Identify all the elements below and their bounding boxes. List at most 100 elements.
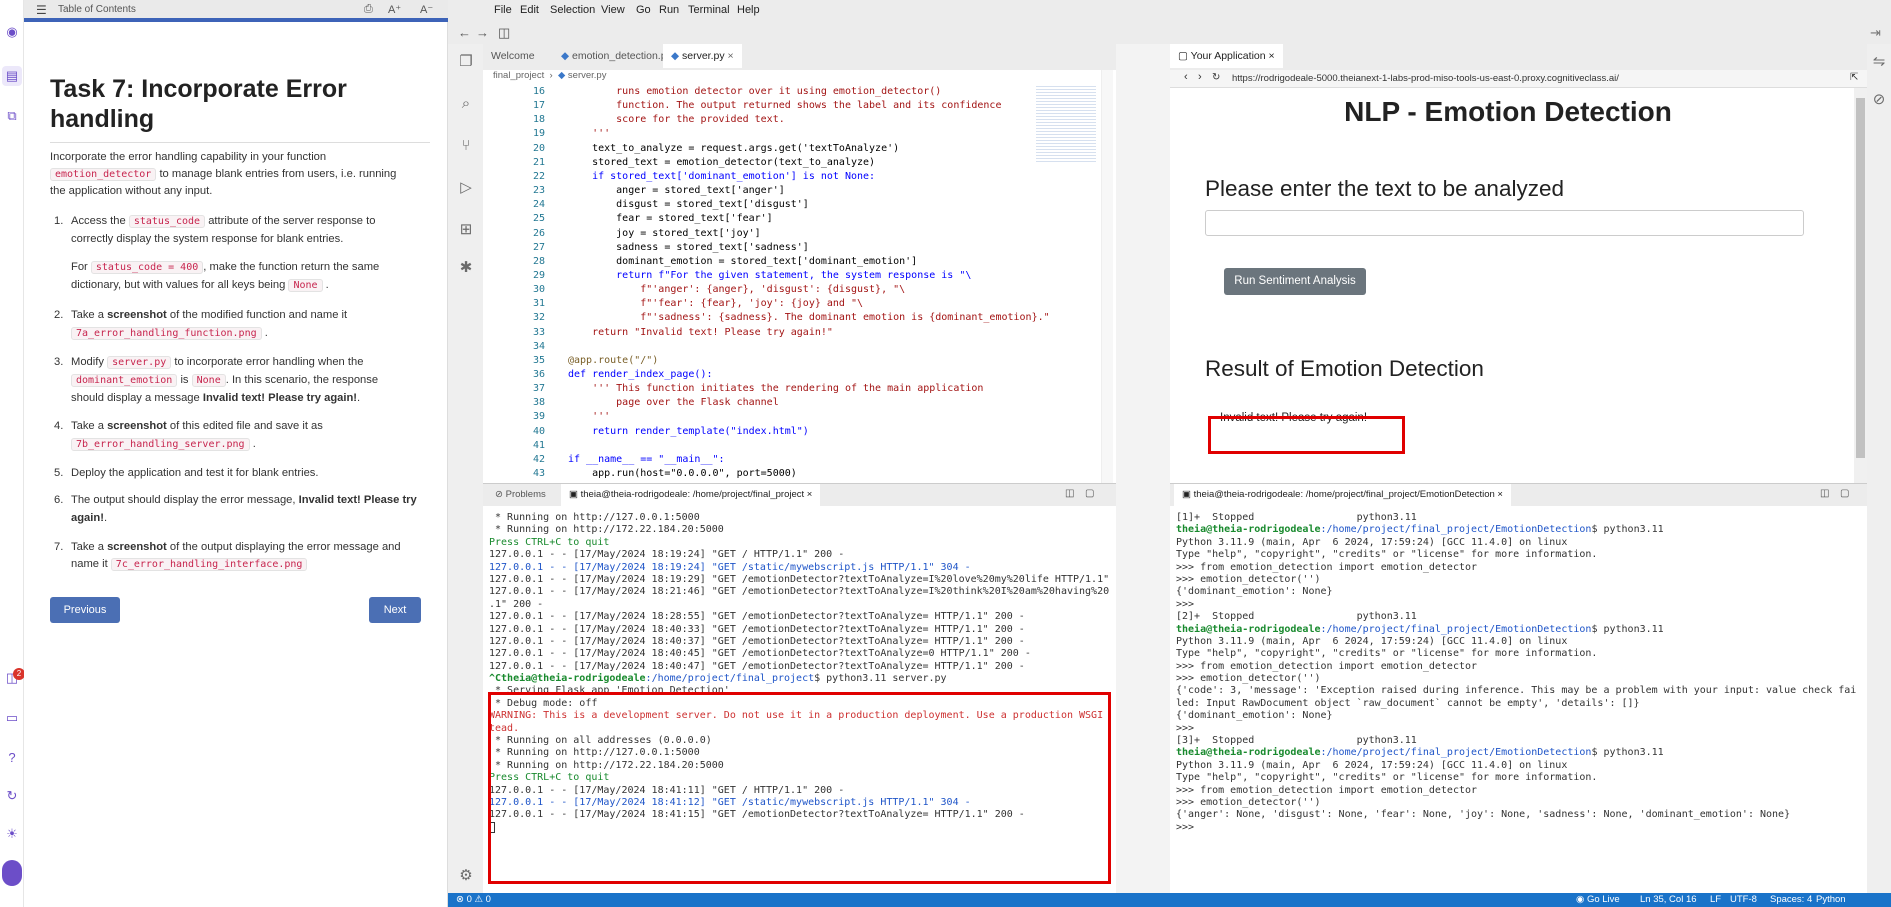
run-analysis-button[interactable]: Run Sentiment Analysis — [1224, 268, 1366, 295]
explorer-icon[interactable]: ❐ — [456, 52, 476, 72]
eol-status[interactable]: LF — [1710, 893, 1721, 907]
terminal-icon: ▣ — [1182, 489, 1191, 500]
menu-run[interactable]: Run — [659, 4, 679, 16]
line-number: 41 — [532, 439, 545, 451]
toc-label[interactable]: Table of Contents — [58, 4, 136, 15]
terminal-line: Press CTRL+C to quit — [489, 536, 610, 548]
outline-icon[interactable]: ⇋ — [1869, 52, 1889, 72]
menu-file[interactable]: File — [494, 4, 512, 16]
tab-server[interactable]: ◆ server.py × — [663, 44, 742, 68]
line-number: 21 — [532, 156, 545, 168]
tab-problems[interactable]: ⊘ Problems — [487, 484, 554, 506]
code-line: fear = stored_text['fear'] — [568, 213, 773, 225]
split-icon[interactable]: ⇥ — [1870, 25, 1881, 41]
previous-button[interactable]: Previous — [50, 597, 120, 623]
editor-scrollbar[interactable] — [1101, 70, 1113, 483]
tab-terminal-2[interactable]: ▣ theia@theia-rodrigodeale: /home/projec… — [1174, 484, 1511, 506]
clipboard-icon[interactable]: ▭ — [2, 708, 22, 728]
address-bar: ‹ › ↻ https://rodrigodeale-5000.theianex… — [1170, 70, 1867, 88]
document-icon[interactable]: ▤ — [2, 66, 22, 86]
theme-icon[interactable]: ☀ — [2, 824, 22, 844]
code-line: return render_template("index.html") — [568, 425, 809, 437]
terminal-line: 127.0.0.1 - - [17/May/2024 18:40:37] "GE… — [489, 635, 1025, 647]
problems-icon: ⊘ — [495, 489, 503, 500]
preview-back-icon[interactable]: ‹ — [1184, 71, 1188, 83]
terminal-line: [3]+ Stopped python3.11 — [1176, 735, 1417, 747]
editor-tabs: Welcome ◆ emotion_detection.py ◆ server.… — [483, 44, 1116, 70]
next-button[interactable]: Next — [369, 597, 421, 623]
menu-edit[interactable]: Edit — [520, 4, 539, 16]
activity-bar: ❐ ⌕ ⑂ ▷ ⊞ ✱ ⚙ — [448, 44, 483, 894]
print-icon[interactable]: ⎙ — [364, 3, 373, 16]
text-input[interactable] — [1205, 210, 1804, 236]
cursor-position[interactable]: Ln 35, Col 16 — [1640, 893, 1697, 907]
code-editor[interactable]: final_project › ◆ server.py 16 runs emot… — [483, 70, 1116, 483]
copy-icon[interactable]: ⧉ — [2, 106, 22, 126]
decrease-font-icon[interactable]: A⁻ — [420, 3, 433, 16]
tab-welcome[interactable]: Welcome — [483, 44, 543, 68]
terminal-line: Python 3.11.9 (main, Apr 6 2024, 17:59:2… — [1176, 536, 1568, 548]
tab-your-application[interactable]: ▢ Your Application × — [1170, 44, 1283, 68]
line-number: 32 — [532, 312, 545, 324]
divider — [50, 142, 430, 143]
menu-view[interactable]: View — [601, 4, 625, 16]
go-live-button[interactable]: ◉ Go Live — [1576, 893, 1620, 907]
indent-status[interactable]: Spaces: 4 — [1770, 893, 1812, 907]
menu-help[interactable]: Help — [737, 4, 760, 16]
code-7b: 7b_error_handling_server.png — [71, 438, 250, 451]
skills-network-icon[interactable]: ✱ — [456, 258, 476, 278]
encoding-status[interactable]: UTF-8 — [1730, 893, 1757, 907]
code-line: stored_text = emotion_detector(text_to_a… — [568, 156, 876, 168]
code-line: return "Invalid text! Please try again!" — [568, 326, 833, 338]
terminal-output-2[interactable]: [1]+ Stopped python3.11 theia@theia-rodri… — [1176, 512, 1862, 892]
maximize-panel-icon[interactable]: ▢ — [1840, 488, 1849, 499]
menu-selection[interactable]: Selection — [550, 4, 595, 16]
preview-scrollbar[interactable] — [1854, 88, 1867, 483]
breadcrumb-folder: final_project — [493, 70, 545, 81]
menu-go[interactable]: Go — [636, 4, 651, 16]
terminal-tabs-2: ▣ theia@theia-rodrigodeale: /home/projec… — [1170, 484, 1867, 506]
line-number: 31 — [532, 298, 545, 310]
line-number: 24 — [532, 199, 545, 211]
debug-icon[interactable]: ⊘ — [1869, 90, 1889, 110]
forward-icon[interactable]: → — [476, 25, 489, 40]
maximize-panel-icon[interactable]: ▢ — [1085, 488, 1094, 499]
settings-gear-icon[interactable]: ⚙ — [456, 866, 476, 886]
line-number: 28 — [532, 255, 545, 267]
menu-terminal[interactable]: Terminal — [688, 4, 730, 16]
step1-line2: correctly display the system response fo… — [71, 233, 344, 245]
step1-line1: Access the status_code attribute of the … — [71, 215, 376, 228]
split-terminal-icon[interactable]: ◫ — [1065, 488, 1074, 499]
split-terminal-icon[interactable]: ◫ — [1820, 488, 1829, 499]
step5-num: 5. — [54, 467, 64, 479]
language-status[interactable]: Python — [1816, 893, 1846, 907]
problems-status[interactable]: ⊗ 0 ⚠ 0 — [456, 893, 491, 907]
tab-terminal-1[interactable]: ▣ theia@theia-rodrigodeale: /home/projec… — [561, 484, 821, 506]
extensions-icon[interactable]: ⊞ — [456, 220, 476, 240]
code-line: app.run(host="0.0.0.0", port=5000) — [568, 468, 797, 480]
source-control-icon[interactable]: ⑂ — [456, 136, 476, 156]
app-prompt: Please enter the text to be analyzed — [1205, 176, 1564, 201]
avatar[interactable] — [2, 860, 22, 886]
refresh-icon[interactable]: ↻ — [2, 786, 22, 806]
tab-emotion-detection[interactable]: ◆ emotion_detection.py — [553, 44, 680, 68]
minimap[interactable] — [1036, 84, 1096, 162]
run-debug-icon[interactable]: ▷ — [456, 178, 476, 198]
step7-line1: Take a screenshot of the output displayi… — [71, 541, 401, 553]
back-icon[interactable]: ← — [458, 25, 471, 40]
layout-icon[interactable]: ◫ — [498, 25, 510, 41]
line-number: 18 — [532, 114, 545, 126]
menu-icon[interactable]: ☰ — [36, 3, 47, 17]
code-line: function. The output returned shows the … — [568, 100, 1002, 112]
terminal-line: 127.0.0.1 - - [17/May/2024 18:40:33] "GE… — [489, 623, 1025, 635]
increase-font-icon[interactable]: A⁺ — [388, 3, 401, 16]
right-activity-bar: ⇋ ⊘ — [1867, 44, 1891, 894]
help-icon[interactable]: ? — [2, 748, 22, 768]
terminal-line: >>> emotion_detector('') — [1176, 573, 1321, 585]
url-field[interactable]: https://rodrigodeale-5000.theianext-1-la… — [1232, 73, 1619, 84]
preview-forward-icon[interactable]: › — [1198, 71, 1202, 83]
step7-num: 7. — [54, 541, 64, 553]
preview-reload-icon[interactable]: ↻ — [1212, 72, 1220, 83]
search-icon[interactable]: ⌕ — [456, 94, 476, 114]
open-external-icon[interactable]: ⇱ — [1850, 72, 1858, 83]
